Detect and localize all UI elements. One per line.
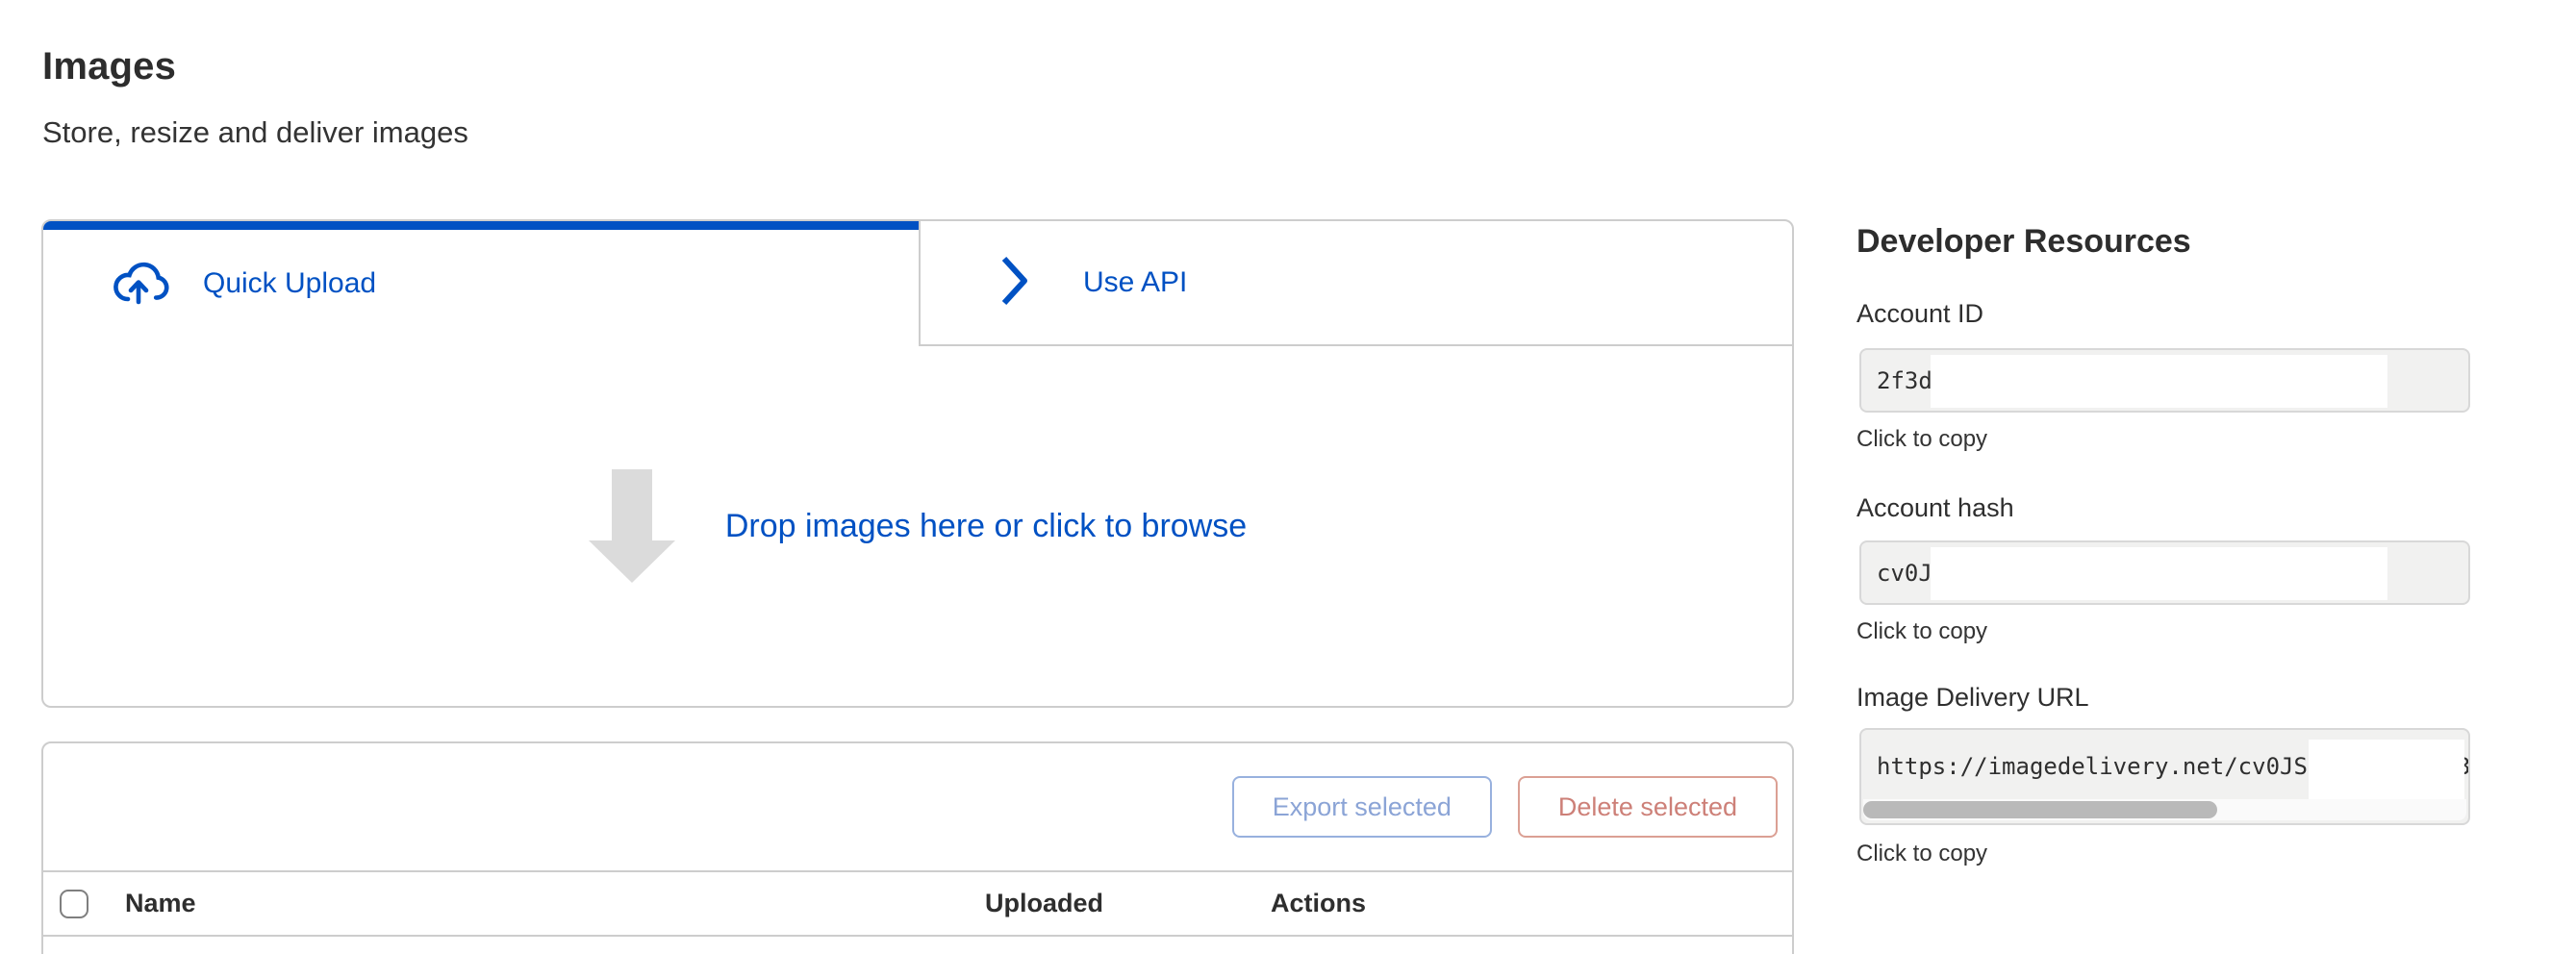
delete-selected-button[interactable]: Delete selected <box>1518 776 1778 838</box>
cloud-upload-icon <box>107 258 170 311</box>
image-delivery-url-field[interactable]: https://imagedelivery.net/cv0JSj 3 <box>1859 728 2470 825</box>
list-actions-row: Export selected Delete selected <box>43 743 1792 872</box>
export-selected-button[interactable]: Export selected <box>1232 776 1492 838</box>
account-hash-copy-hint: Click to copy <box>1856 618 1987 645</box>
arrow-down-icon <box>589 469 675 583</box>
page-title: Images <box>42 45 176 88</box>
column-header-name: Name <box>125 889 196 918</box>
tab-use-api[interactable]: Use API <box>921 221 1792 346</box>
tab-quick-upload-label: Quick Upload <box>203 267 376 300</box>
tab-quick-upload[interactable]: Quick Upload <box>43 221 921 346</box>
column-header-actions: Actions <box>1271 889 1366 918</box>
developer-resources-heading: Developer Resources <box>1856 223 2191 261</box>
account-id-label: Account ID <box>1856 299 1983 329</box>
account-id-value: 2f3d <box>1877 367 1932 394</box>
page-subtitle: Store, resize and deliver images <box>42 115 468 150</box>
chevron-right-icon <box>1000 255 1029 312</box>
images-page: Images Store, resize and deliver images … <box>0 0 2576 954</box>
redaction-overlay <box>1931 355 2387 408</box>
account-hash-label: Account hash <box>1856 493 2014 523</box>
select-all-checkbox[interactable] <box>60 890 88 918</box>
account-hash-field[interactable]: cv0J <box>1859 540 2470 605</box>
dropzone-label: Drop images here or click to browse <box>725 508 1247 545</box>
image-delivery-url-copy-hint: Click to copy <box>1856 841 1987 867</box>
tab-use-api-label: Use API <box>1083 266 1187 299</box>
dropzone[interactable]: Drop images here or click to browse <box>43 346 1792 706</box>
image-delivery-url-value: https://imagedelivery.net/cv0JSj <box>1877 753 2321 780</box>
image-list-card: Export selected Delete selected Name Upl… <box>41 741 1794 954</box>
account-id-field[interactable]: 2f3d <box>1859 348 2470 413</box>
account-id-copy-hint: Click to copy <box>1856 426 1987 453</box>
column-header-uploaded: Uploaded <box>985 889 1103 918</box>
redaction-overlay <box>2309 740 2464 799</box>
upload-card: Quick Upload Use API Drop images here or… <box>41 219 1794 708</box>
image-delivery-url-label: Image Delivery URL <box>1856 683 2089 713</box>
upload-tabstrip: Quick Upload Use API <box>43 221 1792 346</box>
account-hash-value: cv0J <box>1877 560 1932 587</box>
url-scrollbar-thumb[interactable] <box>1863 801 2217 818</box>
table-header-row: Name Uploaded Actions <box>43 872 1792 937</box>
redaction-overlay <box>1931 547 2387 600</box>
